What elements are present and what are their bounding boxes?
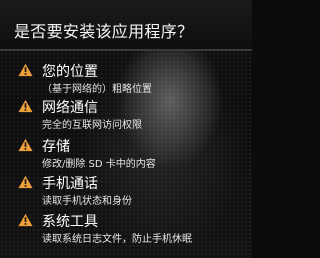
header-divider: [0, 49, 252, 51]
dialog-header: 是否要安装该应用程序？: [0, 0, 252, 50]
permission-description: 读取系统日志文件，防止手机休眠: [42, 234, 192, 245]
warning-icon: [18, 99, 33, 113]
permission-description: 完全的互联网访问权限: [42, 120, 142, 131]
permission-name: 网络通信: [42, 100, 98, 116]
warning-icon: [18, 175, 33, 189]
permission-name: 您的位置: [42, 64, 98, 80]
permission-description: 修改/删除 SD 卡中的内容: [42, 159, 156, 170]
warning-icon: [18, 138, 33, 152]
permission-description: 读取手机状态和身份: [42, 196, 132, 207]
install-dialog: 是否要安装该应用程序？ 您的位置 （基于网络的）粗略位置 网络通信 完全的互联网…: [0, 0, 252, 258]
warning-icon: [18, 63, 33, 77]
permission-name: 存储: [42, 139, 70, 155]
permission-name: 手机通话: [42, 176, 98, 192]
permission-description: （基于网络的）粗略位置: [42, 84, 152, 95]
warning-icon: [18, 213, 33, 227]
dialog-title: 是否要安装该应用程序？: [14, 22, 194, 41]
permission-name: 系统工具: [42, 214, 98, 230]
